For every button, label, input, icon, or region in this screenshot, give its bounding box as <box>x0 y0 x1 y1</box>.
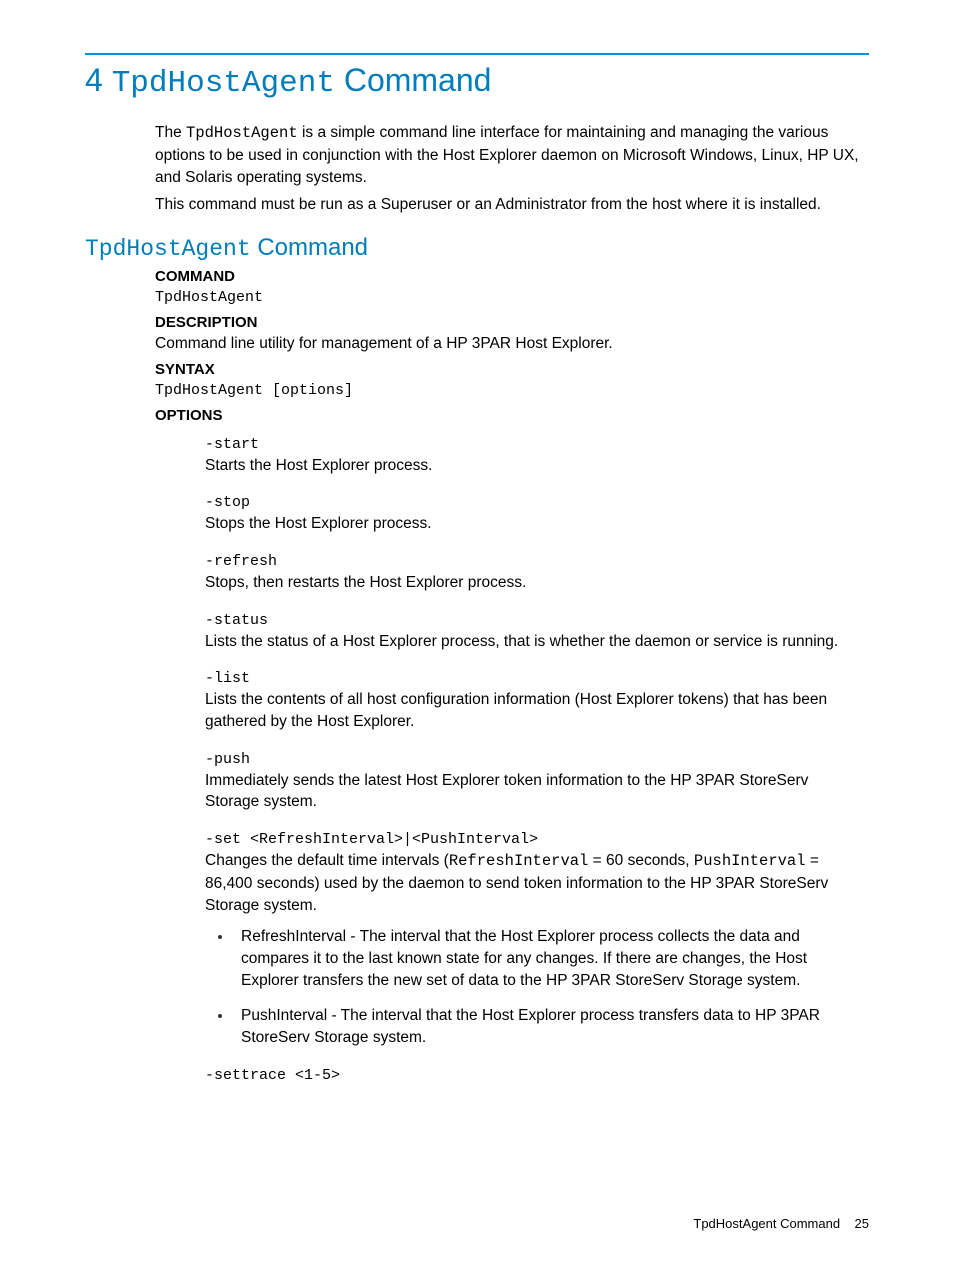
section-title: TpdHostAgent Command <box>85 234 869 262</box>
chapter-title: 4 TpdHostAgent Command <box>85 61 869 102</box>
option-desc: Lists the status of a Host Explorer proc… <box>205 631 859 653</box>
bullet-refreshinterval: RefreshInterval - The interval that the … <box>233 926 859 991</box>
option-desc: Lists the contents of all host configura… <box>205 689 859 732</box>
command-value: TpdHostAgent <box>155 287 859 308</box>
option-start: -start Starts the Host Explorer process. <box>205 434 859 477</box>
section-word: Command <box>257 234 368 261</box>
option-flag: -status <box>205 610 859 631</box>
set-bullets: RefreshInterval - The interval that the … <box>205 926 859 1048</box>
intro-p1a: The <box>155 124 186 141</box>
set-m1: RefreshInterval <box>449 852 589 870</box>
option-desc: Stops, then restarts the Host Explorer p… <box>205 572 859 594</box>
option-desc: Starts the Host Explorer process. <box>205 455 859 477</box>
set-mid1: = 60 seconds, <box>588 852 694 869</box>
option-flag: -refresh <box>205 551 859 572</box>
chapter-word: Command <box>344 62 492 98</box>
option-desc: Stops the Host Explorer process. <box>205 513 859 535</box>
option-push: -push Immediately sends the latest Host … <box>205 749 859 813</box>
footer-page: 25 <box>855 1216 869 1231</box>
footer-text: TpdHostAgent Command <box>693 1216 840 1231</box>
option-status: -status Lists the status of a Host Explo… <box>205 610 859 653</box>
option-stop: -stop Stops the Host Explorer process. <box>205 492 859 535</box>
page: 4 TpdHostAgent Command The TpdHostAgent … <box>0 0 954 1271</box>
option-set: -set <RefreshInterval>|<PushInterval> Ch… <box>205 829 859 916</box>
chapter-cmd: TpdHostAgent <box>112 66 335 101</box>
option-flag: -start <box>205 434 859 455</box>
label-command: COMMAND <box>155 268 869 285</box>
option-desc: Immediately sends the latest Host Explor… <box>205 770 859 813</box>
intro-p1cmd: TpdHostAgent <box>186 124 298 142</box>
option-list: -list Lists the contents of all host con… <box>205 668 859 732</box>
label-options: OPTIONS <box>155 407 869 424</box>
bullet-pushinterval: PushInterval - The interval that the Hos… <box>233 1005 859 1048</box>
set-pre1: Changes the default time intervals ( <box>205 852 449 869</box>
intro-p2: This command must be run as a Superuser … <box>155 194 859 216</box>
intro-p1: The TpdHostAgent is a simple command lin… <box>155 122 859 188</box>
chapter-number: 4 <box>85 62 103 98</box>
option-desc: Changes the default time intervals (Refr… <box>205 850 859 916</box>
set-m2: PushInterval <box>694 852 806 870</box>
description-value: Command line utility for management of a… <box>155 333 859 355</box>
label-description: DESCRIPTION <box>155 314 869 331</box>
label-syntax: SYNTAX <box>155 361 869 378</box>
page-footer: TpdHostAgent Command 25 <box>693 1216 869 1231</box>
option-refresh: -refresh Stops, then restarts the Host E… <box>205 551 859 594</box>
top-rule <box>85 53 869 55</box>
option-flag: -push <box>205 749 859 770</box>
intro-block: The TpdHostAgent is a simple command lin… <box>155 122 859 216</box>
option-flag: -settrace <1-5> <box>205 1065 859 1086</box>
syntax-value: TpdHostAgent [options] <box>155 380 859 401</box>
option-flag: -set <RefreshInterval>|<PushInterval> <box>205 829 859 850</box>
option-flag: -stop <box>205 492 859 513</box>
section-cmd: TpdHostAgent <box>85 236 251 262</box>
option-settrace: -settrace <1-5> <box>205 1065 859 1086</box>
option-flag: -list <box>205 668 859 689</box>
